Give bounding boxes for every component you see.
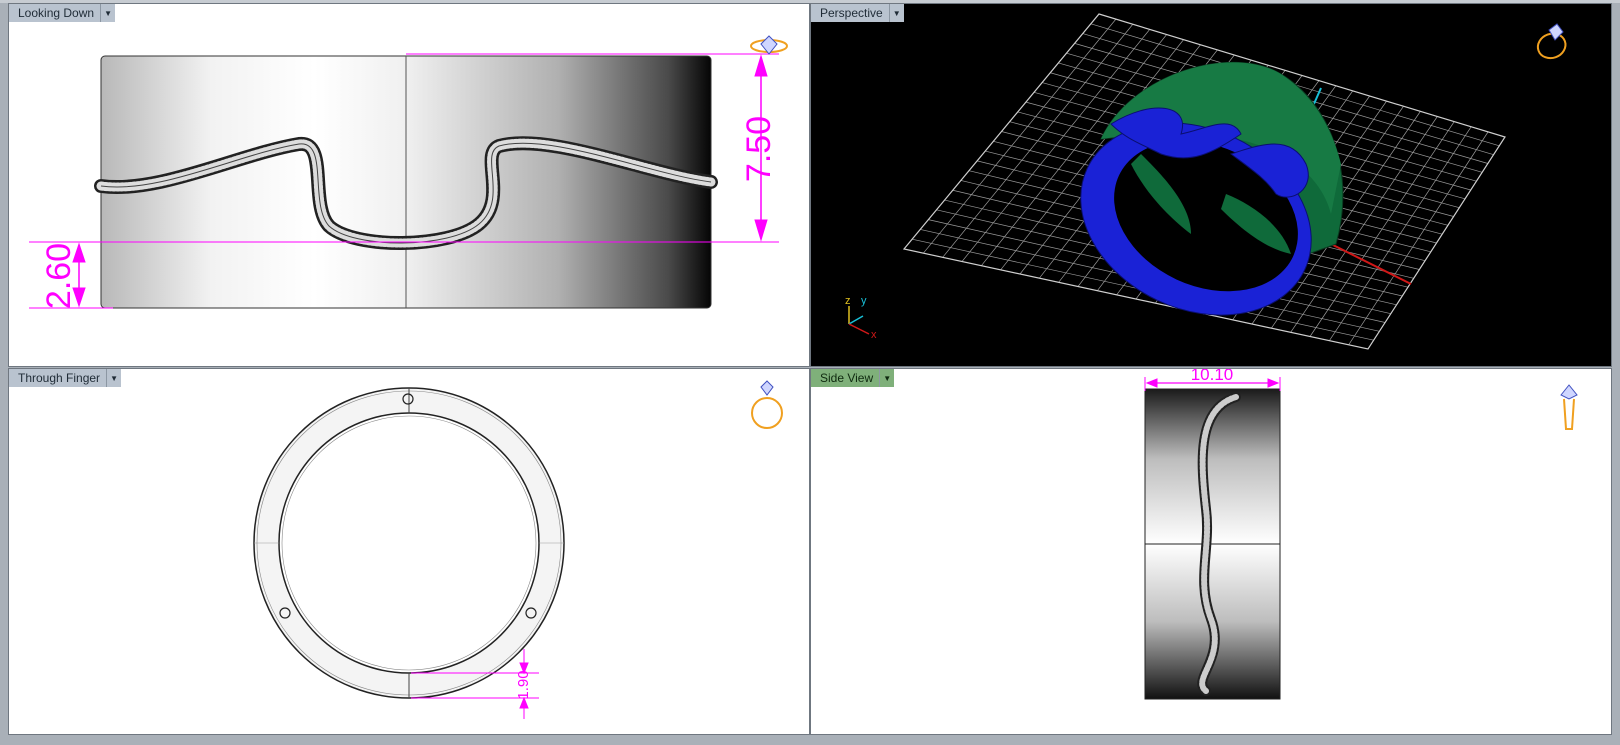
- viewport-tab-side-view[interactable]: Side View ▼: [811, 369, 895, 387]
- dimension-label-2-60: 2.60: [40, 243, 78, 309]
- grid-line: [1348, 131, 1489, 346]
- viewport-through-finger[interactable]: Through Finger ▼ 1.90: [8, 368, 810, 735]
- viewport-tab-perspective[interactable]: Perspective ▼: [811, 4, 904, 22]
- perspective-scene: z y x: [845, 13, 1567, 350]
- viewport-label[interactable]: Through Finger: [9, 369, 108, 387]
- axis-label-x: x: [871, 329, 877, 341]
- ring-front-view: [253, 387, 565, 699]
- viewport-tab-through-finger[interactable]: Through Finger ▼: [9, 369, 122, 387]
- viewport-side-view[interactable]: Side View ▼ 10.10: [810, 368, 1612, 735]
- side-view-scene: 10.10: [1144, 369, 1578, 700]
- through-finger-scene: 1.90: [253, 380, 783, 719]
- ring-view-icon-side: [1560, 384, 1578, 430]
- chevron-down-icon[interactable]: ▼: [880, 369, 895, 387]
- chevron-down-icon[interactable]: ▼: [107, 369, 122, 387]
- looking-down-scene: 7.50 2.60: [29, 35, 788, 309]
- dimension-label-1-90: 1.90: [515, 670, 532, 699]
- ring-view-icon-perspective: [1536, 23, 1567, 60]
- viewport-label[interactable]: Side View: [811, 369, 881, 387]
- axis-indicator: z y x: [845, 295, 877, 341]
- viewport-label[interactable]: Looking Down: [9, 4, 102, 22]
- axis-label-y: y: [861, 295, 867, 307]
- viewport-label[interactable]: Perspective: [811, 4, 890, 22]
- viewport-tab-looking-down[interactable]: Looking Down ▼: [9, 4, 116, 22]
- axis-label-z: z: [845, 295, 851, 307]
- ring-view-icon-top: [750, 35, 788, 55]
- ring-side-view: [1144, 388, 1281, 700]
- grid-line: [1329, 126, 1472, 341]
- ring-view-icon-front: [751, 380, 783, 429]
- dimension-label-10-10: 10.10: [1191, 369, 1234, 384]
- ring-3d-model: [1080, 61, 1344, 316]
- viewport-looking-down[interactable]: Looking Down ▼ 7.50 2.60: [8, 3, 810, 367]
- chevron-down-icon[interactable]: ▼: [889, 4, 904, 22]
- viewport-perspective[interactable]: Perspective ▼ z y x: [810, 3, 1612, 367]
- dimension-label-7-50: 7.50: [740, 116, 778, 182]
- chevron-down-icon[interactable]: ▼: [101, 4, 116, 22]
